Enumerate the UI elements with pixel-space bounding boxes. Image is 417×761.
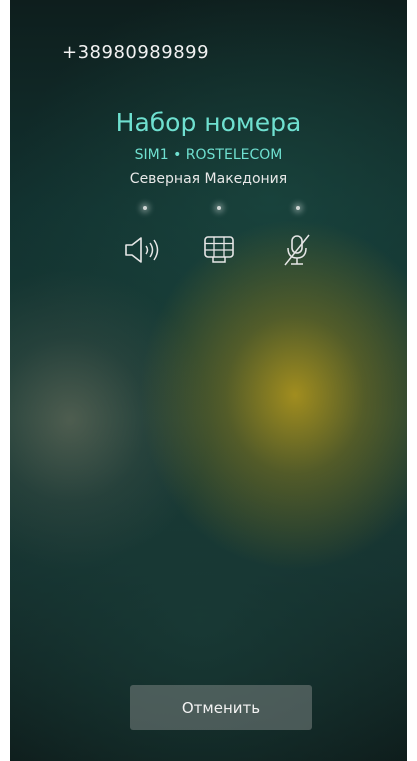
speaker-indicator-dot [143,206,147,210]
dialpad-button[interactable] [196,230,242,270]
mute-button[interactable] [274,230,320,270]
dialpad-icon [202,234,236,266]
speaker-icon [123,235,167,265]
mute-indicator-dot [296,206,300,210]
phone-number: +38980989899 [62,42,210,63]
call-screen: +38980989899 Набор номера SIM1 • ROSTELE… [10,0,407,761]
cancel-call-button[interactable]: Отменить [130,685,312,730]
speaker-button[interactable] [122,230,168,270]
country-label: Северная Македония [129,171,288,187]
dialpad-indicator-dot [217,206,221,210]
call-status: Набор номера [115,108,302,137]
sim-carrier-label: SIM1 • ROSTELECOM [134,147,283,163]
mute-icon [281,233,313,267]
